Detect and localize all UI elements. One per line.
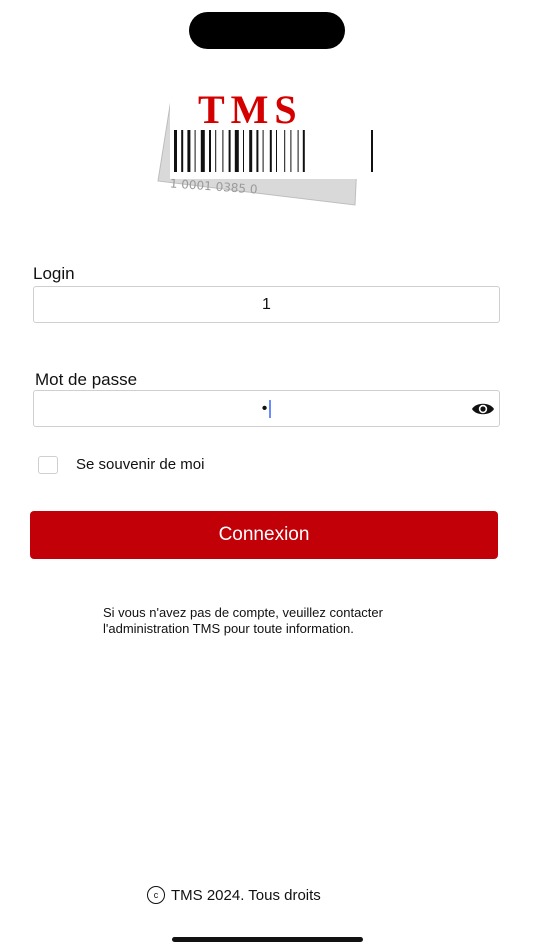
show-password-eye-icon[interactable] [471,399,495,419]
tms-logo: TMS 1 0001 0385 0 [150,85,380,210]
password-input[interactable]: • [33,390,500,427]
footer: c TMS 2024. Tous droits [147,886,321,904]
tms-barcode-logo-image: TMS 1 0001 0385 0 [157,87,373,206]
home-indicator [172,937,363,942]
login-label: Login [33,264,75,283]
login-input[interactable]: 1 [33,286,500,323]
account-info-text: Si vous n'avez pas de compte, veuillez c… [103,605,463,637]
login-value: 1 [262,295,271,313]
connexion-button[interactable]: Connexion [30,511,498,559]
remember-me-checkbox[interactable] [38,456,58,474]
copyright-icon: c [147,886,165,904]
text-caret [269,399,272,418]
info-line-1: Si vous n'avez pas de compte, veuillez c… [103,605,383,620]
info-line-2: l'administration TMS pour toute informat… [103,621,354,636]
dynamic-island [189,12,345,49]
footer-text: TMS 2024. Tous droits [171,886,321,904]
password-label: Mot de passe [35,370,138,389]
password-masked-value: • [261,399,268,417]
remember-me-label[interactable]: Se souvenir de moi [76,456,204,473]
logo-text: TMS [198,87,303,132]
